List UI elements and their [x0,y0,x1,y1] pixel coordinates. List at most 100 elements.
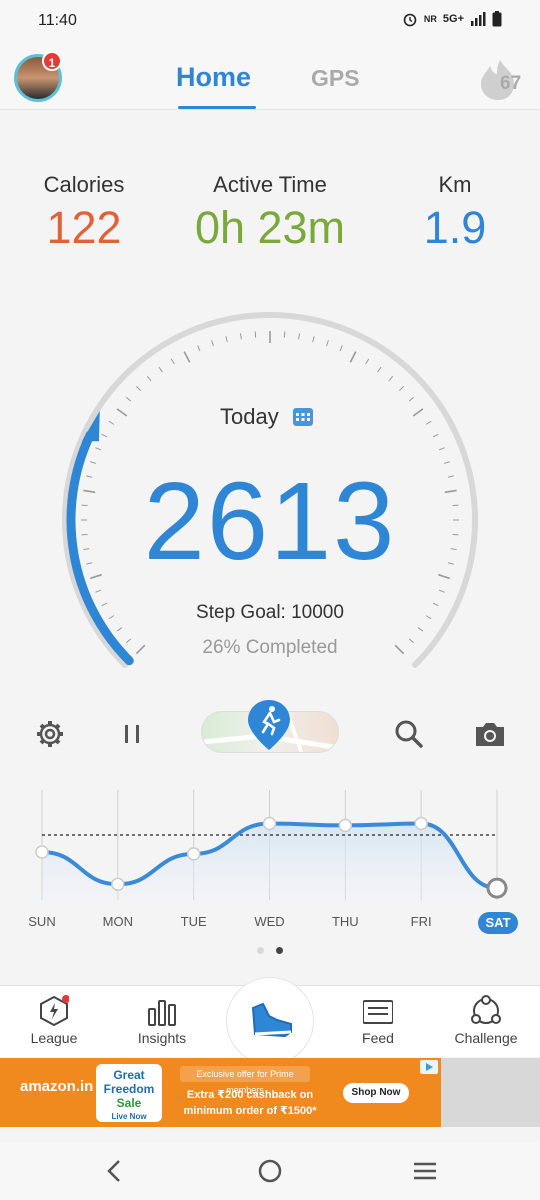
ad-shop-now-button[interactable]: Shop Now [343,1083,409,1103]
nav-label: Challenge [454,1030,518,1046]
settings-gear-icon[interactable] [32,716,68,752]
dial-tick [388,375,394,382]
search-icon[interactable] [391,716,427,752]
chart-point [186,847,201,861]
dial-tick [225,336,228,343]
dial-tick [326,340,329,347]
streak-count: 67 [500,73,522,94]
page-dot [257,947,264,954]
status-bar: 11:40 NR 5G+ [0,0,540,40]
ad-sale-line: Great [113,1068,145,1082]
signal-icon [471,12,486,26]
metric-km: Km 1.9 [365,172,540,254]
chart-area [42,823,497,905]
alarm-icon [403,13,417,27]
ad-offer: Exclusive offer for Prime members [180,1066,310,1095]
chart-day-label[interactable]: TUE [164,914,224,929]
chart-point [111,877,125,892]
dial-tick [116,627,123,632]
app-header: 1 Home GPS 67 [0,40,540,110]
completion-text: 26% Completed [202,637,338,658]
ad-sale-logo: Great Freedom Sale Live Now [96,1064,162,1122]
ad-banner[interactable]: amazon.in Great Freedom Sale Live Now Ex… [0,1058,441,1127]
dial-tick [349,351,357,363]
nav-league[interactable]: League [4,986,104,1058]
center-steps-button[interactable] [226,977,314,1065]
ad-line-1: Extra ₹200 cashback on [186,1089,314,1101]
back-icon[interactable] [103,1158,125,1184]
home-circle-icon[interactable] [257,1158,283,1184]
dial-tick [432,433,439,438]
chart-day-label[interactable]: FRI [391,914,451,929]
camera-icon[interactable] [472,716,508,752]
chart-day-label[interactable]: SAT [478,912,518,934]
ad-sale-line: Sale [116,1096,142,1110]
dial-tick [95,447,102,451]
dial-tick [399,386,404,391]
dial-tick [365,358,370,365]
league-icon [40,995,69,1027]
calendar-icon[interactable] [293,406,313,426]
status-icons: NR 5G+ [402,11,502,27]
ad-filler [441,1058,540,1127]
dial-tick [412,408,424,417]
dial-tick [95,589,102,593]
metric-label: Calories [43,172,125,197]
ad-brand: amazon.in [20,1078,94,1095]
metric-label: Km [438,172,472,197]
dial-tick [298,333,301,340]
chart-point [486,877,508,899]
ad-line-2: minimum order of ₹1500* [183,1105,317,1117]
dial-tick [158,366,163,373]
dial-tick [417,627,424,632]
metric-label: Active Time [213,172,327,197]
runner-location-pin-icon[interactable] [246,698,292,752]
tab-gps[interactable]: GPS [311,65,360,92]
metric-value: 1.9 [423,202,487,253]
dial-tick [116,408,128,417]
dial-tick [108,420,115,425]
pause-icon[interactable] [114,716,150,752]
tab-home-indicator [178,106,256,109]
today-label[interactable]: Today [220,404,279,430]
dial-tick [170,358,175,365]
nav-insights[interactable]: Insights [112,986,212,1058]
tab-home[interactable]: Home [176,62,251,93]
dial-tick [197,345,201,352]
ad-sale-line: Live Now [111,1112,147,1121]
step-goal[interactable]: Step Goal: 10000 [0,602,540,624]
page-dot-active [276,947,283,954]
chart-day-label[interactable]: MON [88,914,148,929]
metric-value: 122 [46,202,122,253]
dial-tick [101,433,108,438]
ad-sale-line: Freedom [103,1082,155,1096]
metric-calories: Calories 122 [0,172,174,254]
insights-bar-chart-icon [148,1000,176,1026]
adchoices-icon[interactable] [420,1060,438,1074]
dial-tick [239,333,242,340]
chart-day-label[interactable]: SUN [12,914,72,929]
dial-tick [183,351,191,363]
dial-tick [438,447,445,451]
status-time: 11:40 [38,12,77,29]
chart-day-label[interactable]: THU [315,914,375,929]
recents-menu-icon[interactable] [413,1161,437,1181]
nav-feed[interactable]: Feed [328,986,428,1058]
challenge-network-icon [471,995,501,1024]
step-count: 2613 [143,460,397,583]
chart-point [262,816,277,831]
chart-point [338,818,353,833]
nav-label: League [30,1030,78,1046]
dial-tick [377,366,382,373]
dial-tick [312,336,315,343]
nav-label: Insights [137,1030,187,1046]
nav-label: Feed [362,1030,394,1046]
dial-tick [408,396,415,402]
nav-challenge[interactable]: Challenge [436,986,536,1058]
sneaker-icon [251,1002,292,1038]
chart-day-label[interactable]: WED [240,914,300,929]
dial-tick [136,386,141,391]
notification-badge: 1 [42,51,62,71]
metric-value: 0h 23m [194,202,346,253]
chart-point [35,845,49,859]
